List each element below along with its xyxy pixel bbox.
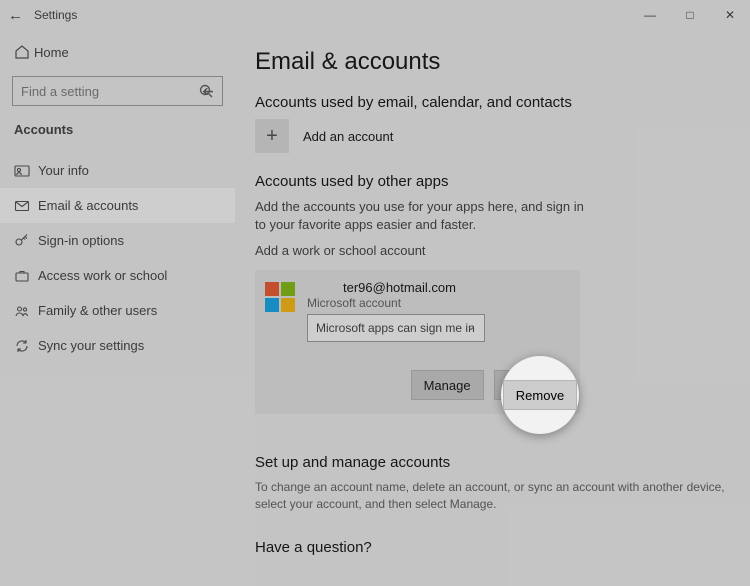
- sync-icon: [14, 338, 38, 354]
- sidebar-item-label: Family & other users: [38, 303, 157, 318]
- sidebar-item-email-accounts[interactable]: Email & accounts: [0, 188, 235, 223]
- sidebar-item-label: Email & accounts: [38, 198, 138, 213]
- key-icon: [14, 233, 38, 249]
- sidebar-item-your-info[interactable]: Your info: [0, 153, 235, 188]
- signin-option-select[interactable]: Microsoft apps can sign me in: [307, 314, 485, 342]
- window-title: Settings: [34, 8, 77, 22]
- plus-icon: +: [255, 119, 289, 153]
- section-title-setup-manage: Set up and manage accounts: [255, 454, 732, 471]
- minimize-button[interactable]: —: [630, 0, 670, 30]
- home-nav[interactable]: Home: [0, 34, 235, 70]
- sidebar-item-label: Sign-in options: [38, 233, 124, 248]
- section-desc-setup-manage: To change an account name, delete an acc…: [255, 479, 732, 513]
- sidebar-item-label: Access work or school: [38, 268, 167, 283]
- person-card-icon: [14, 163, 38, 179]
- sidebar-item-label: Your info: [38, 163, 89, 178]
- people-icon: [14, 303, 38, 319]
- sidebar-item-label: Sync your settings: [38, 338, 144, 353]
- section-title-other-apps: Accounts used by other apps: [255, 173, 732, 190]
- remove-button[interactable]: Remove: [494, 370, 568, 400]
- sidebar-group-header: Accounts: [0, 114, 235, 143]
- account-email: ter96@hotmail.com: [307, 280, 485, 295]
- sidebar-item-signin-options[interactable]: Sign-in options: [0, 223, 235, 258]
- search-input[interactable]: ➔︎: [12, 76, 223, 106]
- section-title-email-calendar: Accounts used by email, calendar, and co…: [255, 94, 732, 111]
- account-type: Microsoft account: [307, 296, 485, 310]
- briefcase-icon: [14, 268, 38, 284]
- add-account-row[interactable]: + Add an account: [255, 119, 732, 153]
- manage-button[interactable]: Manage: [411, 370, 484, 400]
- maximize-button[interactable]: □: [670, 0, 710, 30]
- mail-icon: [14, 198, 38, 214]
- search-field[interactable]: [21, 84, 214, 99]
- sidebar-item-access-work-school[interactable]: Access work or school: [0, 258, 235, 293]
- search-icon: [198, 83, 214, 102]
- back-button[interactable]: ←: [8, 7, 28, 24]
- account-card[interactable]: ter96@hotmail.com Microsoft account Micr…: [255, 270, 580, 414]
- add-work-school-link[interactable]: Add a work or school account: [255, 243, 732, 258]
- sidebar-item-family-other-users[interactable]: Family & other users: [0, 293, 235, 328]
- home-label: Home: [34, 45, 69, 60]
- add-account-label: Add an account: [303, 129, 393, 144]
- close-button[interactable]: ✕: [710, 0, 750, 30]
- signin-option-value: Microsoft apps can sign me in: [316, 321, 475, 335]
- microsoft-logo-icon: [265, 282, 295, 312]
- section-title-question: Have a question?: [255, 539, 732, 556]
- section-desc-other-apps: Add the accounts you use for your apps h…: [255, 198, 595, 233]
- sidebar-item-sync-settings[interactable]: Sync your settings: [0, 328, 235, 363]
- home-icon: [14, 44, 34, 60]
- page-title: Email & accounts: [255, 48, 732, 76]
